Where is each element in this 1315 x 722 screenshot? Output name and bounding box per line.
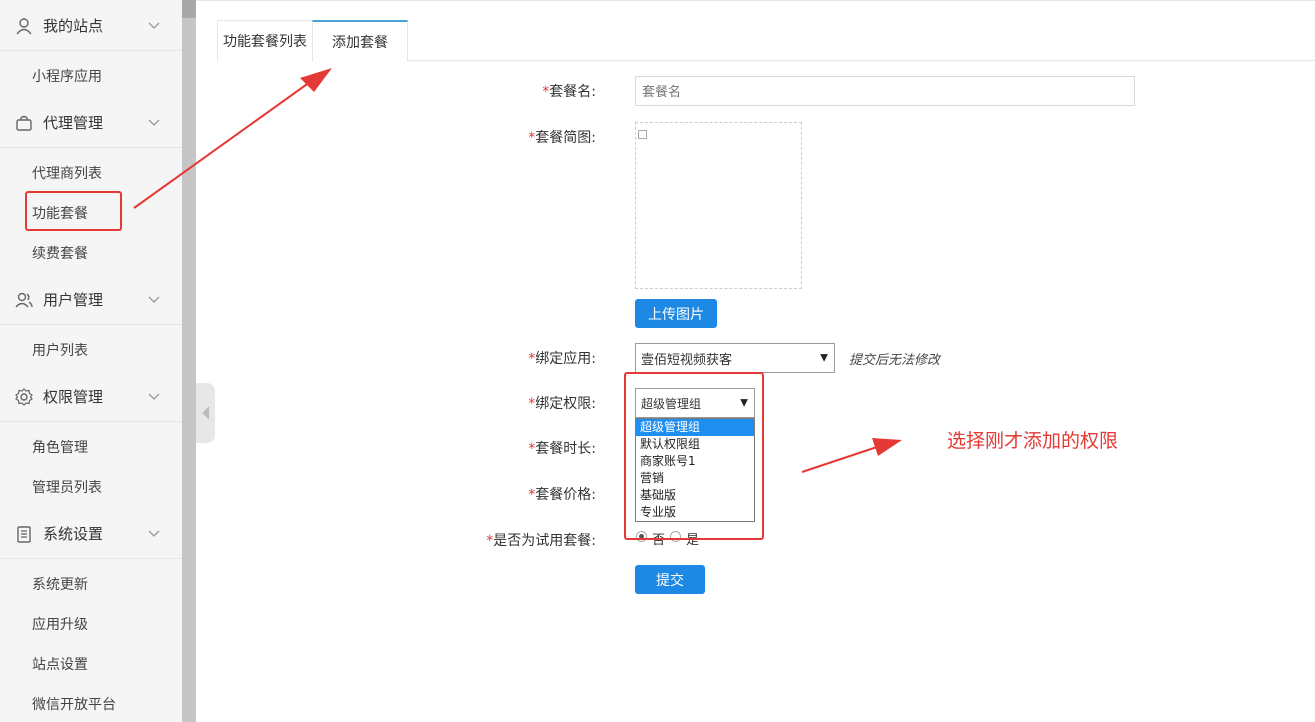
chevron-down-icon [148,393,160,400]
chevron-down-icon [148,530,160,537]
annotation-highlight-box [25,191,122,231]
sidebar-group-permissions[interactable]: 权限管理 [0,372,182,422]
gear-icon [15,387,33,406]
name-label-text: 套餐名: [549,84,596,100]
image-label: *套餐简图: [496,127,596,147]
tab-bar: 功能套餐列表 添加套餐 [217,20,1315,62]
app-label: *绑定应用: [496,348,596,368]
sidebar-group-label: 代理管理 [43,114,104,132]
sidebar-item-role-management[interactable]: 角色管理 [32,437,88,457]
sidebar: 我的站点 小程序应用 代理管理 代理商列表 功能套餐 续费套餐 用户管理 用户列… [0,0,182,722]
clipboard-icon [17,525,31,543]
sidebar-item-renewal-package[interactable]: 续费套餐 [32,243,88,263]
sidebar-item-system-update[interactable]: 系统更新 [32,574,88,594]
sidebar-group-agent[interactable]: 代理管理 [0,98,182,148]
users-icon [15,292,33,307]
sidebar-group-label: 我的站点 [43,17,104,35]
duration-label: *套餐时长: [496,438,596,458]
dropdown-arrow-icon: ▼ [820,352,828,364]
upload-image-button[interactable]: 上传图片 [635,299,717,328]
main-content: 功能套餐列表 添加套餐 *套餐名: *套餐简图: 上传图片 *绑定应用: 壹佰短… [196,0,1315,722]
sidebar-group-system-settings[interactable]: 系统设置 [0,509,182,559]
submit-button[interactable]: 提交 [635,565,705,594]
sidebar-item-agent-list[interactable]: 代理商列表 [32,163,102,183]
bind-app-select[interactable]: 壹佰短视频获客 ▼ [635,343,835,373]
chevron-down-icon [148,119,160,126]
sidebar-group-users[interactable]: 用户管理 [0,275,182,325]
sidebar-group-label: 权限管理 [43,388,104,406]
sidebar-item-user-list[interactable]: 用户列表 [32,340,88,360]
app-label-text: 绑定应用: [535,351,596,367]
trial-label: *是否为试用套餐: [456,530,596,550]
sidebar-group-label: 用户管理 [43,291,104,309]
tab-package-list[interactable]: 功能套餐列表 [217,20,313,61]
sidebar-item-site-settings[interactable]: 站点设置 [32,654,88,674]
tab-add-package[interactable]: 添加套餐 [312,20,408,62]
divider [196,0,1315,1]
select-value: 壹佰短视频获客 [641,352,733,368]
chevron-down-icon [148,22,160,29]
price-label-text: 套餐价格: [535,487,596,503]
image-preview-area [635,122,802,289]
price-label: *套餐价格: [496,484,596,504]
annotation-highlight-box [624,372,764,540]
user-location-icon [16,17,32,34]
duration-label-text: 套餐时长: [535,441,596,457]
scrollbar-thumb[interactable] [182,0,196,18]
bag-icon [16,115,32,131]
sidebar-item-app-upgrade[interactable]: 应用升级 [32,614,88,634]
package-name-input[interactable] [635,76,1135,106]
annotation-text: 选择刚才添加的权限 [947,430,1119,452]
image-label-text: 套餐简图: [535,130,596,146]
chevron-down-icon [148,296,160,303]
sidebar-group-label: 系统设置 [43,525,104,543]
sidebar-group-my-site[interactable]: 我的站点 [0,1,182,51]
broken-image-icon [638,130,647,139]
perm-label-text: 绑定权限: [535,396,596,412]
sidebar-item-admin-list[interactable]: 管理员列表 [32,477,102,497]
name-label: *套餐名: [526,81,596,101]
perm-label: *绑定权限: [496,393,596,413]
app-hint: 提交后无法修改 [849,353,941,368]
sidebar-scrollbar[interactable] [182,0,196,722]
trial-label-text: 是否为试用套餐: [493,533,596,549]
sidebar-item-wechat-platform[interactable]: 微信开放平台 [32,694,116,714]
sidebar-item-mini-program[interactable]: 小程序应用 [32,66,102,86]
